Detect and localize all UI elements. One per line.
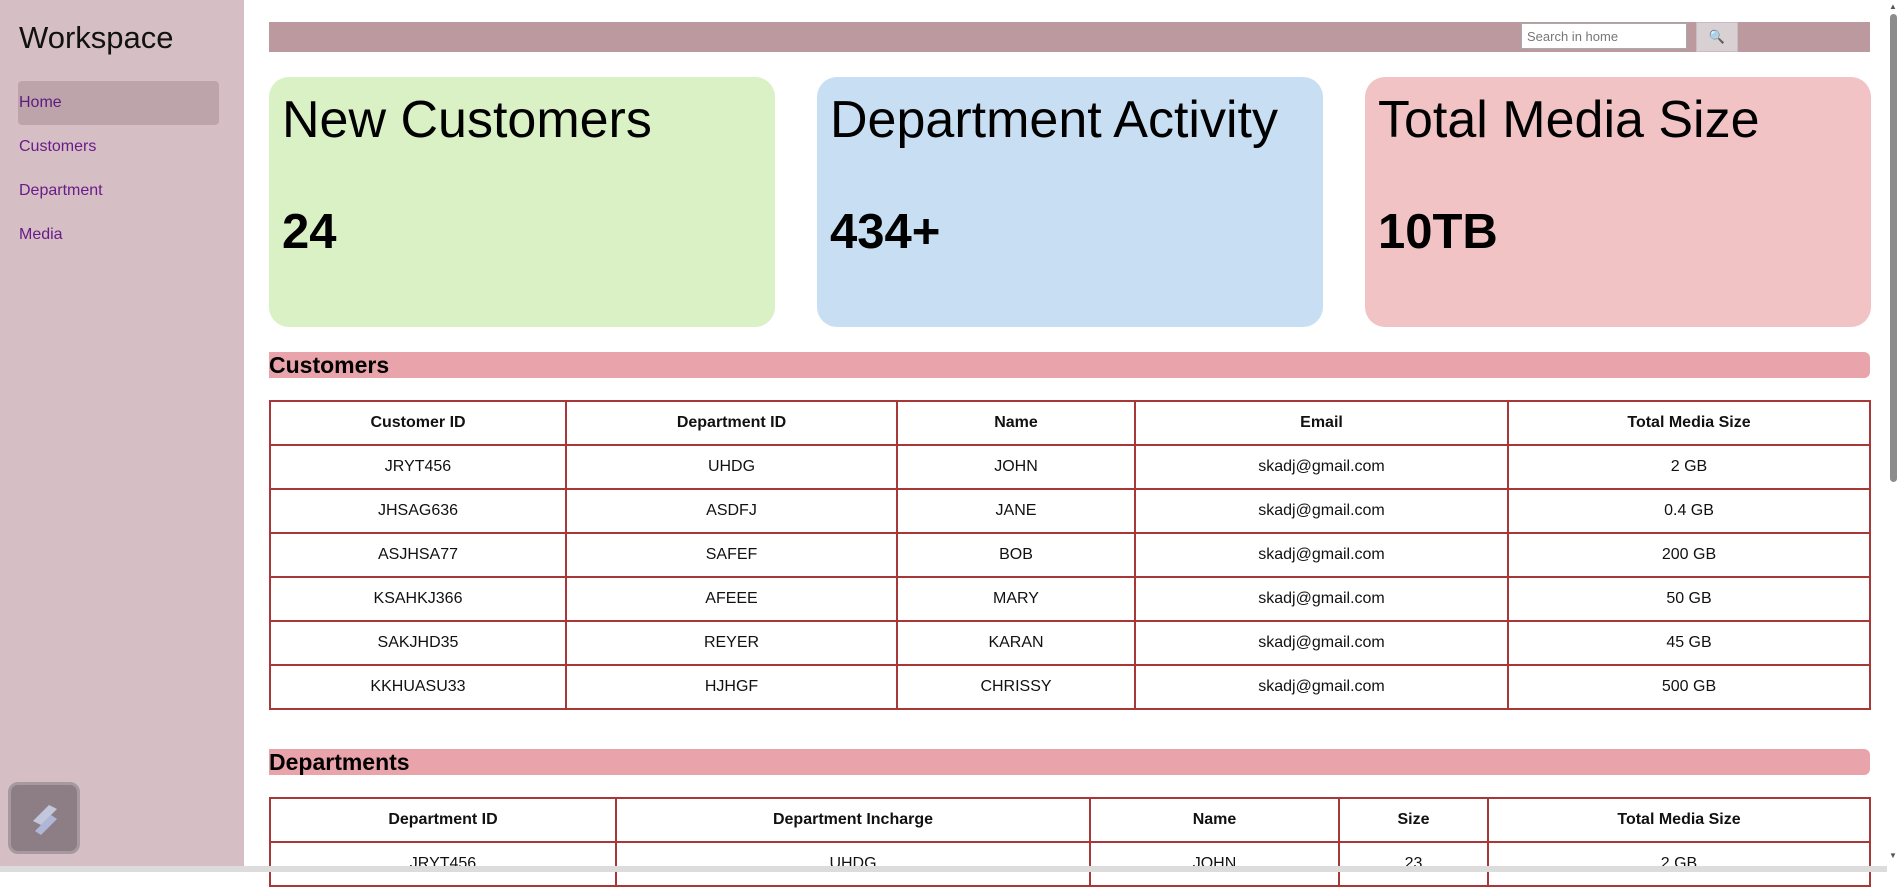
scrollbar-thumb[interactable] bbox=[1890, 14, 1897, 482]
table-cell: AFEEE bbox=[566, 577, 897, 621]
scroll-up-icon[interactable]: ▲ bbox=[1889, 2, 1897, 11]
sidebar-item-media[interactable]: Media bbox=[18, 213, 219, 257]
search-icon: 🔍 bbox=[1709, 29, 1725, 44]
app-launcher-button[interactable] bbox=[8, 782, 80, 854]
table-cell: 200 GB bbox=[1508, 533, 1870, 577]
table-row: KKHUASU33 HJHGF CHRISSY skadj@gmail.com … bbox=[270, 665, 1870, 709]
column-header: Name bbox=[897, 401, 1135, 445]
table-cell: JRYT456 bbox=[270, 445, 566, 489]
sidebar-item-customers[interactable]: Customers bbox=[18, 125, 219, 169]
stat-card-department-activity: Department Activity 434+ bbox=[817, 77, 1323, 327]
column-header: Total Media Size bbox=[1508, 401, 1870, 445]
column-header: Email bbox=[1135, 401, 1508, 445]
table-row: JRYT456 UHDG JOHN skadj@gmail.com 2 GB bbox=[270, 445, 1870, 489]
table-cell: JANE bbox=[897, 489, 1135, 533]
table-header-row: Customer ID Department ID Name Email Tot… bbox=[270, 401, 1870, 445]
table-cell: 0.4 GB bbox=[1508, 489, 1870, 533]
table-cell: KSAHKJ366 bbox=[270, 577, 566, 621]
sidebar: Workspace Home Customers Department Medi… bbox=[0, 0, 244, 872]
table-cell: BOB bbox=[897, 533, 1135, 577]
table-cell: skadj@gmail.com bbox=[1135, 489, 1508, 533]
table-cell: 50 GB bbox=[1508, 577, 1870, 621]
stat-card-new-customers: New Customers 24 bbox=[269, 77, 775, 327]
column-header: Customer ID bbox=[270, 401, 566, 445]
table-row: SAKJHD35 REYER KARAN skadj@gmail.com 45 … bbox=[270, 621, 1870, 665]
table-cell: 500 GB bbox=[1508, 665, 1870, 709]
table-cell: KARAN bbox=[897, 621, 1135, 665]
app-title: Workspace bbox=[19, 18, 174, 58]
stat-card-total-media-size: Total Media Size 10TB bbox=[1365, 77, 1871, 327]
column-header: Size bbox=[1339, 798, 1488, 842]
stat-card-value: 10TB bbox=[1378, 200, 1498, 264]
table-cell: skadj@gmail.com bbox=[1135, 445, 1508, 489]
top-bar: 🔍 bbox=[269, 22, 1870, 52]
search-button[interactable]: 🔍 bbox=[1696, 22, 1738, 52]
sidebar-item-department[interactable]: Department bbox=[18, 169, 219, 213]
table-cell: skadj@gmail.com bbox=[1135, 621, 1508, 665]
column-header: Department ID bbox=[566, 401, 897, 445]
table-cell: skadj@gmail.com bbox=[1135, 533, 1508, 577]
column-header: Department Incharge bbox=[616, 798, 1090, 842]
table-cell: ASDFJ bbox=[566, 489, 897, 533]
table-cell: MARY bbox=[897, 577, 1135, 621]
table-cell: HJHGF bbox=[566, 665, 897, 709]
table-cell: skadj@gmail.com bbox=[1135, 665, 1508, 709]
table-cell: CHRISSY bbox=[897, 665, 1135, 709]
stat-card-title: New Customers bbox=[282, 85, 652, 155]
table-cell: 45 GB bbox=[1508, 621, 1870, 665]
table-header-row: Department ID Department Incharge Name S… bbox=[270, 798, 1870, 842]
app-launcher-icon bbox=[25, 799, 65, 839]
stat-card-value: 434+ bbox=[830, 200, 940, 264]
column-header: Department ID bbox=[270, 798, 616, 842]
table-cell: 2 GB bbox=[1508, 445, 1870, 489]
table-cell: UHDG bbox=[616, 842, 1090, 886]
table-cell: UHDG bbox=[566, 445, 897, 489]
vertical-scrollbar[interactable]: ▲ ▼ bbox=[1887, 0, 1901, 872]
customers-table: Customer ID Department ID Name Email Tot… bbox=[269, 400, 1871, 710]
stat-card-value: 24 bbox=[282, 200, 337, 264]
customers-section-title: Customers bbox=[269, 352, 1870, 378]
table-cell: JOHN bbox=[897, 445, 1135, 489]
table-cell: JRYT456 bbox=[270, 842, 616, 886]
table-cell: KKHUASU33 bbox=[270, 665, 566, 709]
table-cell: JOHN bbox=[1090, 842, 1339, 886]
table-cell: skadj@gmail.com bbox=[1135, 577, 1508, 621]
scroll-down-icon[interactable]: ▼ bbox=[1889, 851, 1897, 860]
table-row: KSAHKJ366 AFEEE MARY skadj@gmail.com 50 … bbox=[270, 577, 1870, 621]
table-cell: REYER bbox=[566, 621, 897, 665]
table-row: JRYT456 UHDG JOHN 23 2 GB bbox=[270, 842, 1870, 886]
stat-card-title: Department Activity bbox=[830, 85, 1278, 155]
column-header: Total Media Size bbox=[1488, 798, 1870, 842]
sidebar-nav: Home Customers Department Media bbox=[18, 81, 219, 257]
table-cell: 23 bbox=[1339, 842, 1488, 886]
sidebar-item-home[interactable]: Home bbox=[18, 81, 219, 125]
horizontal-scrollbar[interactable] bbox=[0, 866, 1887, 872]
table-cell: SAKJHD35 bbox=[270, 621, 566, 665]
stat-card-title: Total Media Size bbox=[1378, 85, 1760, 155]
table-cell: JHSAG636 bbox=[270, 489, 566, 533]
departments-section-title: Departments bbox=[269, 749, 1870, 775]
departments-table: Department ID Department Incharge Name S… bbox=[269, 797, 1871, 887]
table-cell: ASJHSA77 bbox=[270, 533, 566, 577]
table-row: JHSAG636 ASDFJ JANE skadj@gmail.com 0.4 … bbox=[270, 489, 1870, 533]
table-cell: SAFEF bbox=[566, 533, 897, 577]
search-input[interactable] bbox=[1521, 23, 1687, 49]
table-row: ASJHSA77 SAFEF BOB skadj@gmail.com 200 G… bbox=[270, 533, 1870, 577]
column-header: Name bbox=[1090, 798, 1339, 842]
table-cell: 2 GB bbox=[1488, 842, 1870, 886]
